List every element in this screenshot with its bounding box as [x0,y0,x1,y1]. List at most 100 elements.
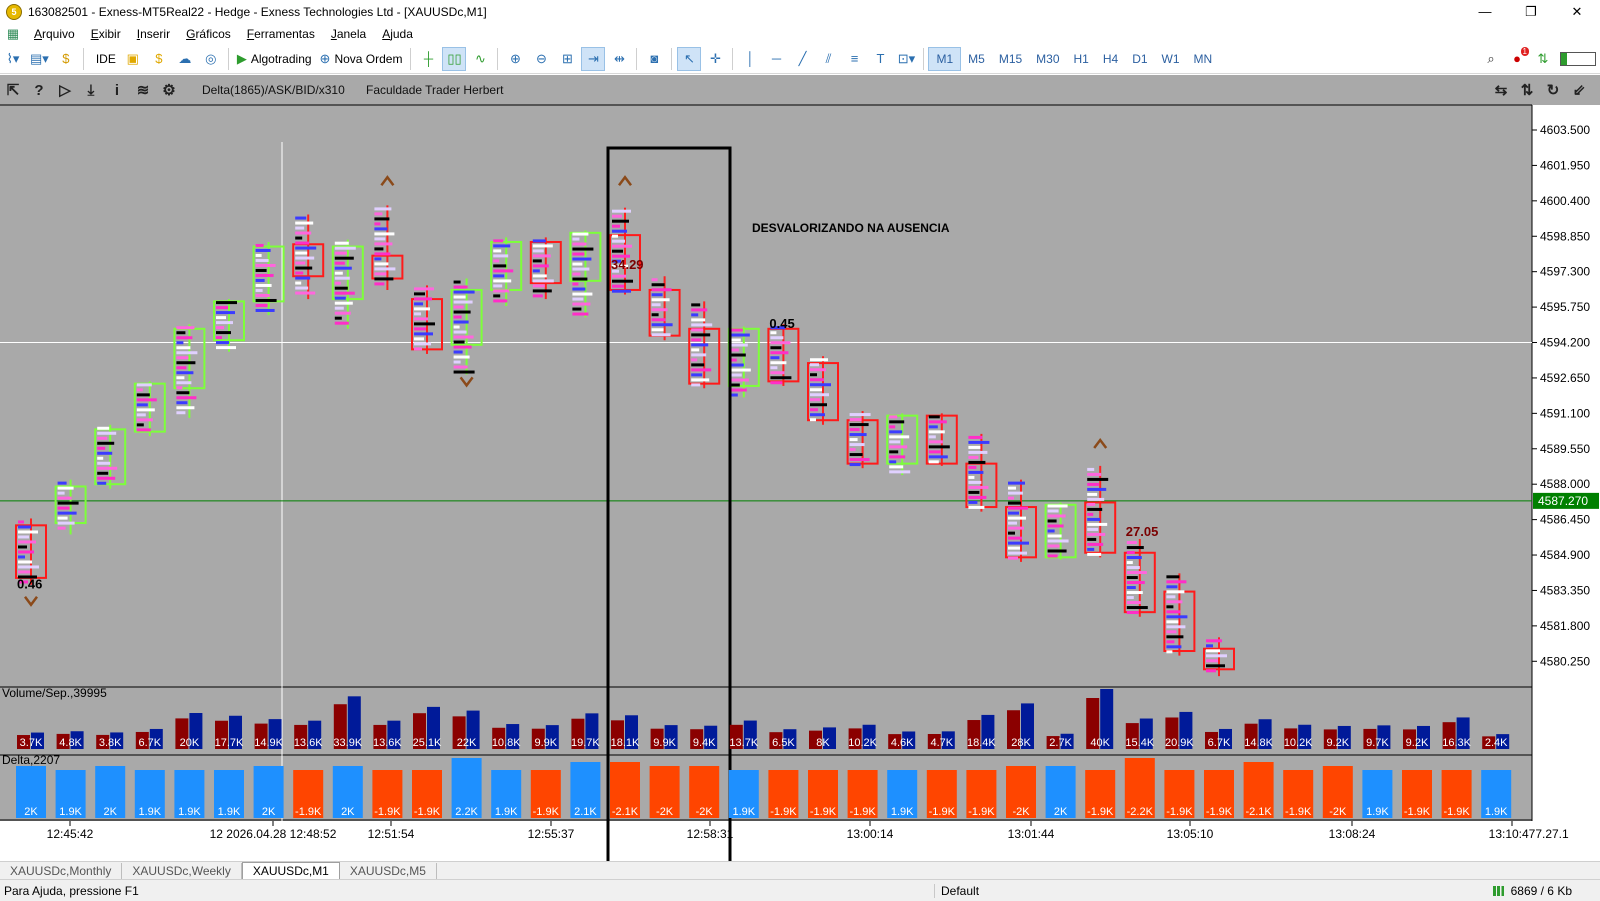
download-icon[interactable]: ⤓ [78,78,104,102]
algotrading-button[interactable]: ▶ Algotrading [234,47,315,71]
arrows-vertical-icon[interactable]: ⇅ [1514,78,1540,102]
footprint-bar [1166,585,1178,589]
footprint-bar [136,418,153,422]
timeframe-d1[interactable]: D1 [1125,47,1154,71]
candlestick-icon[interactable]: ▯▯ [442,46,467,71]
cursor-icon[interactable]: ↖ [677,46,702,71]
refresh-icon[interactable]: ↻ [1540,78,1566,102]
nova-ordem-button[interactable]: ⊕ Nova Ordem [317,47,406,71]
footprint-bar [1166,630,1177,634]
chart-shift-icon[interactable]: ⇹ [607,47,631,71]
footprint-bar [374,217,390,221]
footprint-bar [216,321,233,325]
menu-inserir[interactable]: Inserir [129,27,178,41]
ide-button[interactable]: IDE [89,47,119,71]
chart-properties-icon[interactable]: ⇱ [0,78,26,102]
footprint-bar [493,259,500,263]
footprint-bar [18,545,27,549]
community-icon[interactable]: ⇅ [1531,47,1555,71]
delta-value: 2.2K [455,806,478,818]
price-chart[interactable]: 4603.500 4601.950 4600.400 4598.850 4597.300… [0,75,1600,861]
channel-icon[interactable]: ⫽ [816,47,840,71]
shapes-icon[interactable]: ⊡▾ [894,47,918,71]
help-icon[interactable]: ? [26,78,52,102]
tab-xauusdc-monthly[interactable]: XAUUSDc,Monthly [0,863,123,880]
vps-icon[interactable]: ◎ [199,47,223,71]
close-button[interactable]: ✕ [1554,0,1600,23]
footprint-bar [18,560,32,564]
timeframe-w1[interactable]: W1 [1155,47,1187,71]
time-label: 13:05:10 [1167,827,1214,841]
footprint-bar [18,530,38,534]
cloud-icon[interactable]: ☁ [173,47,197,71]
footprint-bar [176,356,189,360]
status-connection: 6869 / 6 Kb [1492,884,1572,898]
menu-chart-icon[interactable]: ▦ [1,22,25,46]
signals-icon[interactable]: $ [147,47,171,71]
vertical-line-icon[interactable]: │ [738,47,762,71]
minimize-arrow-icon[interactable]: ⇙ [1566,78,1592,102]
text-icon[interactable]: T [868,47,892,71]
restore-button[interactable]: ❐ [1508,0,1554,23]
status-profile[interactable]: Default [934,883,979,898]
screenshot-icon[interactable]: ◙ [642,47,666,71]
volume-value: 17.7K [215,737,244,749]
zoom-in-icon[interactable]: ⊕ [503,47,527,71]
chart-type-icon[interactable]: ⌇▾ [1,47,25,71]
line-chart-icon[interactable]: ∿ [468,47,492,71]
info-icon[interactable]: i [104,78,130,102]
footprint-bar [176,391,190,395]
delta-value: -2.2K [1127,806,1154,818]
tab-xauusdc-m1[interactable]: XAUUSDc,M1 [241,862,340,880]
footprint-bar [295,226,305,230]
minimize-button[interactable]: — [1462,0,1508,23]
auto-scroll-icon[interactable]: ⇥ [581,46,606,71]
timeframe-mn[interactable]: MN [1187,47,1220,71]
footprint-bar [572,252,585,256]
menu-ajuda[interactable]: Ajuda [374,27,421,41]
footprint-bar [730,343,748,347]
menu-graficos[interactable]: Gráficos [178,27,239,41]
fibonacci-icon[interactable]: ≡ [842,47,866,71]
timeframe-m30[interactable]: M30 [1029,47,1066,71]
tab-xauusdc-m5[interactable]: XAUUSDc,M5 [340,863,437,880]
timeframe-m15[interactable]: M15 [992,47,1029,71]
chart-window[interactable]: 4603.500 4601.950 4600.400 4598.850 4597.300… [0,75,1600,861]
trendline-icon[interactable]: ╱ [790,47,814,71]
footprint-bar [255,283,272,287]
menu-arquivo[interactable]: Arquivo [26,27,83,41]
footprint-bar [176,346,191,350]
tile-windows-icon[interactable]: ⊞ [555,47,579,71]
tab-xauusdc-weekly[interactable]: XAUUSDc,Weekly [122,863,242,880]
templates-icon[interactable]: ▤▾ [27,47,52,71]
footprint-bar [770,336,784,340]
search-icon[interactable]: ⌕ [1479,47,1503,71]
timeframe-m1[interactable]: M1 [928,46,962,71]
footprint-bar [770,371,785,375]
crosshair-icon[interactable]: ✛ [703,47,727,71]
delta-value: -2.1K [612,806,639,818]
timeframe-h4[interactable]: H4 [1096,47,1125,71]
indicator-icon[interactable]: ≋ [130,78,156,102]
battery-icon [1557,47,1599,71]
horizontal-line-icon[interactable]: ─ [764,47,788,71]
footprint-bar [889,440,901,444]
settings-gear-icon[interactable]: ⚙ [156,78,182,102]
lock-icon[interactable]: ▣ [121,47,145,71]
menu-exibir[interactable]: Exibir [83,27,129,41]
menu-ferramentas[interactable]: Ferramentas [239,27,323,41]
footprint-bar [1087,502,1096,506]
footprint-bar [176,341,184,345]
menu-janela[interactable]: Janela [323,27,374,41]
timeframe-m5[interactable]: M5 [961,47,992,71]
timeframe-h1[interactable]: H1 [1067,47,1096,71]
zoom-out-icon[interactable]: ⊖ [529,47,553,71]
delta-value: 1.9K [1485,806,1508,818]
bar-chart-icon[interactable]: ┼ [416,47,440,71]
market-icon[interactable]: $ [54,47,78,71]
arrows-horizontal-icon[interactable]: ⇆ [1488,78,1514,102]
play-icon[interactable]: ▷ [52,78,78,102]
footprint-bar [691,308,708,312]
notification-icon[interactable]: ● 1 [1505,46,1529,71]
footprint-bar [493,294,501,298]
